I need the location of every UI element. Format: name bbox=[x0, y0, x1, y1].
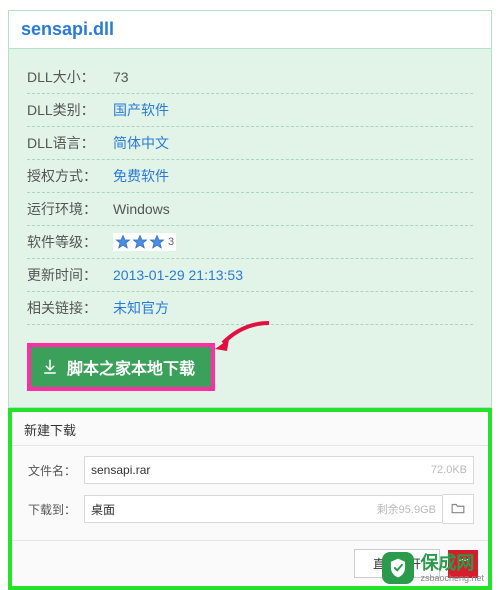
value-category[interactable]: 国产软件 bbox=[113, 100, 169, 120]
label-updated: 更新时间： bbox=[27, 265, 113, 285]
label-destination: 下载到： bbox=[26, 501, 76, 518]
label-size: DLL大小： bbox=[27, 67, 113, 87]
page-title: sensapi.dll bbox=[9, 11, 491, 49]
annotation-arrow-icon bbox=[213, 319, 273, 358]
download-button-label: 脚本之家本地下载 bbox=[67, 355, 195, 379]
row-license: 授权方式： 免费软件 bbox=[27, 160, 473, 193]
folder-icon bbox=[451, 502, 465, 517]
label-env: 运行环境： bbox=[27, 199, 113, 219]
label-license: 授权方式： bbox=[27, 166, 113, 186]
destination-value: 桌面 bbox=[91, 501, 371, 518]
label-category: DLL类别： bbox=[27, 100, 113, 120]
download-button-highlight: 脚本之家本地下载 bbox=[27, 343, 215, 391]
row-env: 运行环境： Windows bbox=[27, 193, 473, 226]
info-card: sensapi.dll DLL大小： 73 DLL类别： 国产软件 DLL语言：… bbox=[8, 10, 492, 408]
row-size: DLL大小： 73 bbox=[27, 61, 473, 94]
row-destination: 下载到： 桌面 剩余95.9GB bbox=[26, 494, 474, 524]
freespace-hint: 剩余95.9GB bbox=[377, 501, 436, 517]
download-button[interactable]: 脚本之家本地下载 bbox=[31, 347, 211, 387]
star-icon bbox=[132, 234, 148, 250]
open-directly-button[interactable]: 直接打开 bbox=[354, 549, 440, 578]
filename-value: sensapi.rar bbox=[91, 463, 425, 477]
star-icon bbox=[115, 234, 131, 250]
browse-folder-button[interactable] bbox=[443, 494, 474, 524]
dialog-footer: 直接打开 bbox=[12, 540, 488, 586]
dialog-title: 新建下载 bbox=[12, 412, 488, 446]
row-filename: 文件名： sensapi.rar 72.0KB bbox=[26, 456, 474, 484]
label-rank: 软件等级： bbox=[27, 232, 113, 252]
value-size: 73 bbox=[113, 69, 129, 85]
row-updated: 更新时间： 2013-01-29 21:13:53 bbox=[27, 259, 473, 292]
destination-input[interactable]: 桌面 剩余95.9GB bbox=[84, 495, 443, 523]
label-related: 相关链接： bbox=[27, 298, 113, 318]
download-dialog-highlight: 新建下载 文件名： sensapi.rar 72.0KB 下载到： 桌面 剩余9… bbox=[8, 408, 492, 590]
value-related[interactable]: 未知官方 bbox=[113, 298, 169, 318]
label-filename: 文件名： bbox=[26, 462, 76, 479]
star-icon bbox=[149, 234, 165, 250]
row-rank: 软件等级： 3 bbox=[27, 226, 473, 259]
value-license[interactable]: 免费软件 bbox=[113, 166, 169, 186]
filename-input[interactable]: sensapi.rar 72.0KB bbox=[84, 456, 474, 484]
value-env: Windows bbox=[113, 201, 170, 217]
rank-text: 3 bbox=[168, 236, 174, 248]
row-category: DLL类别： 国产软件 bbox=[27, 94, 473, 127]
value-language[interactable]: 简体中文 bbox=[113, 133, 169, 153]
stars: 3 bbox=[113, 233, 176, 251]
download-dialog: 新建下载 文件名： sensapi.rar 72.0KB 下载到： 桌面 剩余9… bbox=[12, 412, 488, 586]
dialog-body: 文件名： sensapi.rar 72.0KB 下载到： 桌面 剩余95.9GB bbox=[12, 446, 488, 540]
filesize-hint: 72.0KB bbox=[431, 464, 467, 476]
info-block: DLL大小： 73 DLL类别： 国产软件 DLL语言： 简体中文 授权方式： … bbox=[9, 49, 491, 333]
download-icon bbox=[41, 358, 59, 376]
row-language: DLL语言： 简体中文 bbox=[27, 127, 473, 160]
label-language: DLL语言： bbox=[27, 133, 113, 153]
value-updated: 2013-01-29 21:13:53 bbox=[113, 267, 243, 283]
